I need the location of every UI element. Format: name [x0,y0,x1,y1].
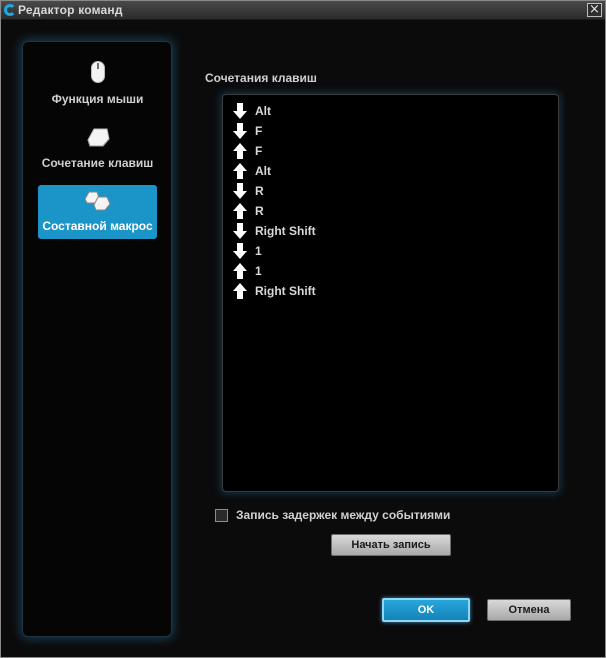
record-delays-checkbox[interactable] [215,509,228,522]
command-editor-window: Редактор команд × Функция мыши Сочетание… [0,0,606,658]
arrow-up-icon [233,263,247,279]
key-icon [85,126,111,153]
list-item[interactable]: F [233,121,262,141]
record-delays-label: Запись задержек между событиями [236,508,451,522]
title-bar[interactable]: Редактор команд × [1,1,605,20]
sidebar-item-keystroke[interactable]: Сочетание клавиш [38,122,157,176]
key-label: Alt [255,164,271,178]
sidebar-item-label: Сочетание клавиш [41,156,154,170]
key-label: F [255,144,263,158]
sidebar: Функция мыши Сочетание клавиш Составной … [22,41,172,637]
start-recording-button[interactable]: Начать запись [331,534,451,556]
ok-button[interactable]: OK [382,598,470,622]
key-label: Alt [255,104,271,118]
key-label: Right Shift [255,224,316,238]
key-label: R [255,204,264,218]
arrow-up-icon [233,203,247,219]
list-item[interactable]: R [233,201,264,221]
sidebar-item-mouse-function[interactable]: Функция мыши [38,58,157,112]
arrow-down-icon [233,103,247,119]
list-item[interactable]: Alt [233,101,271,121]
list-item[interactable]: 1 [233,261,262,281]
sidebar-item-label: Функция мыши [51,92,144,106]
close-button[interactable]: × [587,3,602,17]
list-item[interactable]: Right Shift [233,281,316,301]
dialog-content: Функция мыши Сочетание клавиш Составной … [2,21,604,657]
list-item[interactable]: R [233,181,264,201]
key-label: Right Shift [255,284,316,298]
logitech-logo-icon [4,4,16,16]
list-item[interactable]: 1 [233,241,262,261]
cancel-button[interactable]: Отмена [487,599,571,621]
mouse-icon [90,60,106,89]
key-label: 1 [255,264,262,278]
list-item[interactable]: Alt [233,161,271,181]
section-title: Сочетания клавиш [205,71,317,85]
arrow-up-icon [233,163,247,179]
arrow-down-icon [233,123,247,139]
arrow-down-icon [233,183,247,199]
sidebar-item-label: Составной макрос [42,219,153,233]
key-label: F [255,124,263,138]
keystroke-list[interactable]: Alt F F Alt R R Right Shift 1 1 Right Sh… [222,94,559,492]
arrow-up-icon [233,143,247,159]
arrow-up-icon [233,283,247,299]
list-item[interactable]: Right Shift [233,221,316,241]
sidebar-item-multikey-macro[interactable]: Составной макрос [38,185,157,239]
multikey-icon [83,190,113,217]
list-item[interactable]: F [233,141,262,161]
key-label: R [255,184,264,198]
window-title: Редактор команд [18,3,123,17]
arrow-down-icon [233,223,247,239]
key-label: 1 [255,244,262,258]
arrow-down-icon [233,243,247,259]
